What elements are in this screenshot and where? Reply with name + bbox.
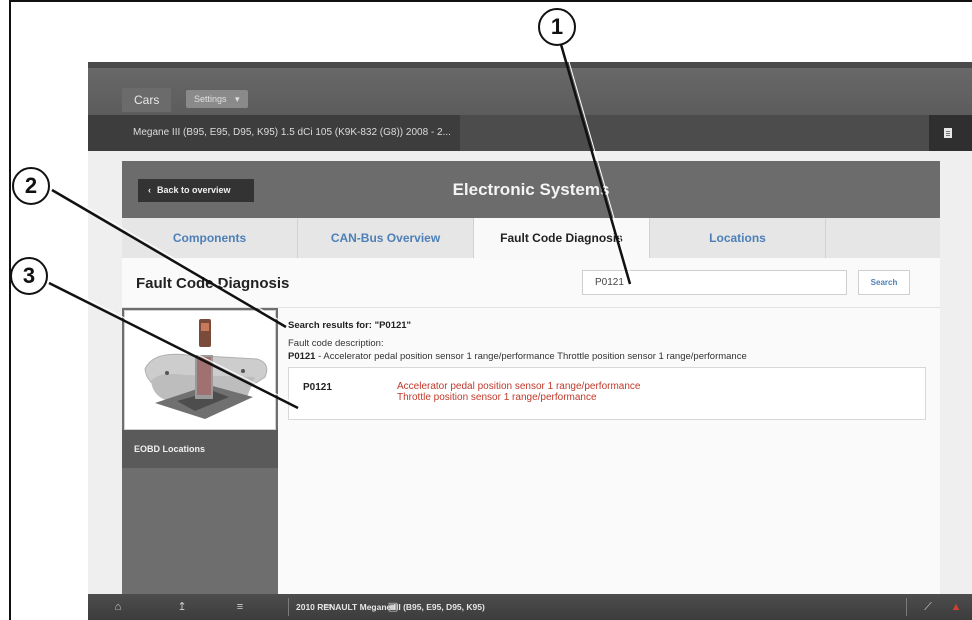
tab-can-bus-overview[interactable]: CAN-Bus Overview: [298, 218, 474, 258]
vehicle-bar: Megane III (B95, E95, D95, K95) 1.5 dCi …: [88, 115, 972, 151]
eobd-location-image[interactable]: [124, 310, 276, 430]
settings-label: Settings: [194, 94, 227, 104]
list-icon[interactable]: ≡: [234, 601, 246, 613]
cars-tab[interactable]: Cars: [122, 88, 172, 112]
result-code: P0121: [303, 382, 332, 393]
vehicle-label: Megane III (B95, E95, D95, K95) 1.5 dCi …: [88, 115, 460, 151]
back-to-overview-button[interactable]: ‹ Back to overview: [138, 179, 254, 202]
fault-code-panel: Fault Code Diagnosis Search: [122, 258, 940, 594]
tab-locations[interactable]: Locations: [650, 218, 826, 258]
bottom-toolbar: ⌂ ↥ ≡ ⇨ ▣ 2010 RENAULT Megane III (B95, …: [88, 594, 972, 620]
toolbar-divider-right: [906, 598, 907, 616]
car-interior-illustration: [125, 311, 275, 429]
results-heading: Search results for: "P0121": [288, 320, 412, 331]
search-button[interactable]: Search: [858, 270, 910, 295]
result-text: Accelerator pedal position sensor 1 rang…: [397, 381, 640, 403]
callout-2: 2: [12, 167, 50, 205]
side-panel: EOBD Locations: [122, 308, 278, 594]
search-input[interactable]: [582, 270, 847, 295]
pencil-icon[interactable]: ⟋: [922, 601, 934, 613]
callout-1: 1: [538, 8, 576, 46]
panel-title: Fault Code Diagnosis: [136, 275, 290, 292]
description-text: - Accelerator pedal position sensor 1 ra…: [315, 351, 747, 362]
home-icon[interactable]: ⌂: [112, 601, 124, 613]
description-label: Fault code description:: [288, 338, 384, 349]
main-content: Electronic Systems ‹ Back to overview Com…: [88, 151, 972, 594]
callout-3: 3: [10, 257, 48, 295]
app-screen: Cars Settings ▾ Megane III (B95, E95, D9…: [88, 62, 972, 620]
result-row[interactable]: P0121 Accelerator pedal position sensor …: [288, 367, 926, 420]
tab-fault-code-diagnosis[interactable]: Fault Code Diagnosis: [474, 218, 650, 258]
result-line-1: Accelerator pedal position sensor 1 rang…: [397, 381, 641, 392]
tab-components[interactable]: Components: [122, 218, 298, 258]
wrench-icon[interactable]: ▲: [950, 601, 962, 613]
header-bar: Electronic Systems ‹ Back to overview: [122, 161, 940, 218]
description-code: P0121: [288, 351, 316, 362]
chevron-down-icon: ▾: [235, 94, 240, 104]
document-button[interactable]: [929, 115, 972, 151]
settings-dropdown[interactable]: Settings ▾: [186, 90, 248, 108]
result-line-2: Throttle position sensor 1 range/perform…: [397, 392, 597, 403]
upload-icon[interactable]: ↥: [176, 601, 188, 613]
eobd-locations-label[interactable]: EOBD Locations: [122, 430, 278, 468]
vehicle-status-label: 2010 RENAULT Megane III (B95, E95, D95, …: [296, 602, 485, 612]
back-button-label: Back to overview: [157, 185, 231, 195]
toolbar-divider: [288, 598, 289, 616]
chevron-left-icon: ‹: [148, 185, 151, 195]
top-bar: Cars Settings ▾: [88, 62, 972, 115]
tab-bar: Components CAN-Bus Overview Fault Code D…: [122, 218, 940, 258]
document-icon: [944, 128, 952, 138]
fault-description: P0121 - Accelerator pedal position senso…: [288, 351, 747, 362]
